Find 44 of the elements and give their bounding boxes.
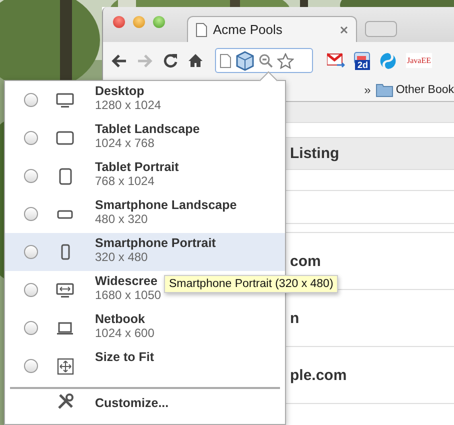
zoom-window-button[interactable] [153, 16, 165, 28]
new-tab-button[interactable] [365, 21, 397, 37]
page-icon [196, 22, 207, 36]
more-bookmarks-button[interactable]: » [364, 83, 371, 97]
device-resolution: 320 x 480 [95, 250, 149, 264]
device-name: Netbook [95, 312, 146, 326]
minimize-window-button[interactable] [133, 16, 145, 28]
extension-logo[interactable]: JavaEE [406, 53, 432, 68]
bookmark-folder[interactable]: Other Book [396, 84, 454, 96]
reload-icon[interactable] [163, 53, 178, 68]
close-window-button[interactable] [113, 16, 125, 28]
star-icon[interactable] [277, 52, 294, 68]
listing-text: com [290, 252, 321, 270]
close-icon[interactable] [340, 26, 348, 34]
cube-icon[interactable] [235, 50, 255, 70]
mail-icon[interactable] [327, 52, 345, 68]
customize-label: Customize... [95, 396, 169, 410]
device-resolution: 1280 x 1024 [95, 98, 162, 112]
device-name: Size to Fit [95, 350, 154, 364]
device-name: Smartphone Landscape [95, 198, 237, 212]
device-resolution: 1680 x 1050 [95, 288, 162, 302]
device-name: Widescree [95, 274, 158, 288]
tooltip: Smartphone Portrait (320 x 480) [164, 275, 338, 293]
forward-icon[interactable] [137, 54, 153, 68]
browser-tab[interactable]: Acme Pools [187, 16, 357, 42]
device-name: Desktop [95, 84, 146, 98]
back-icon[interactable] [111, 54, 127, 68]
home-icon[interactable] [188, 53, 203, 68]
device-resolution: 1024 x 768 [95, 136, 156, 150]
swirl-icon[interactable] [379, 52, 397, 70]
device-name: Tablet Landscape [95, 122, 200, 136]
device-resolution: 1024 x 600 [95, 326, 154, 340]
page-icon [220, 54, 231, 68]
device-resolution: 768 x 1024 [95, 174, 156, 188]
device-name: Smartphone Portrait [95, 236, 216, 250]
device-resolution: 480 x 320 [95, 212, 149, 226]
zoom-out-icon[interactable] [259, 54, 273, 68]
listing-text: n [290, 310, 300, 326]
device-name: Tablet Portrait [95, 160, 179, 174]
tab-title: Acme Pools [213, 22, 284, 37]
address-bar[interactable] [215, 48, 313, 73]
column-header: Listing [290, 145, 340, 162]
listing-text: ple.com [290, 366, 347, 384]
folder-icon[interactable] [376, 83, 393, 97]
